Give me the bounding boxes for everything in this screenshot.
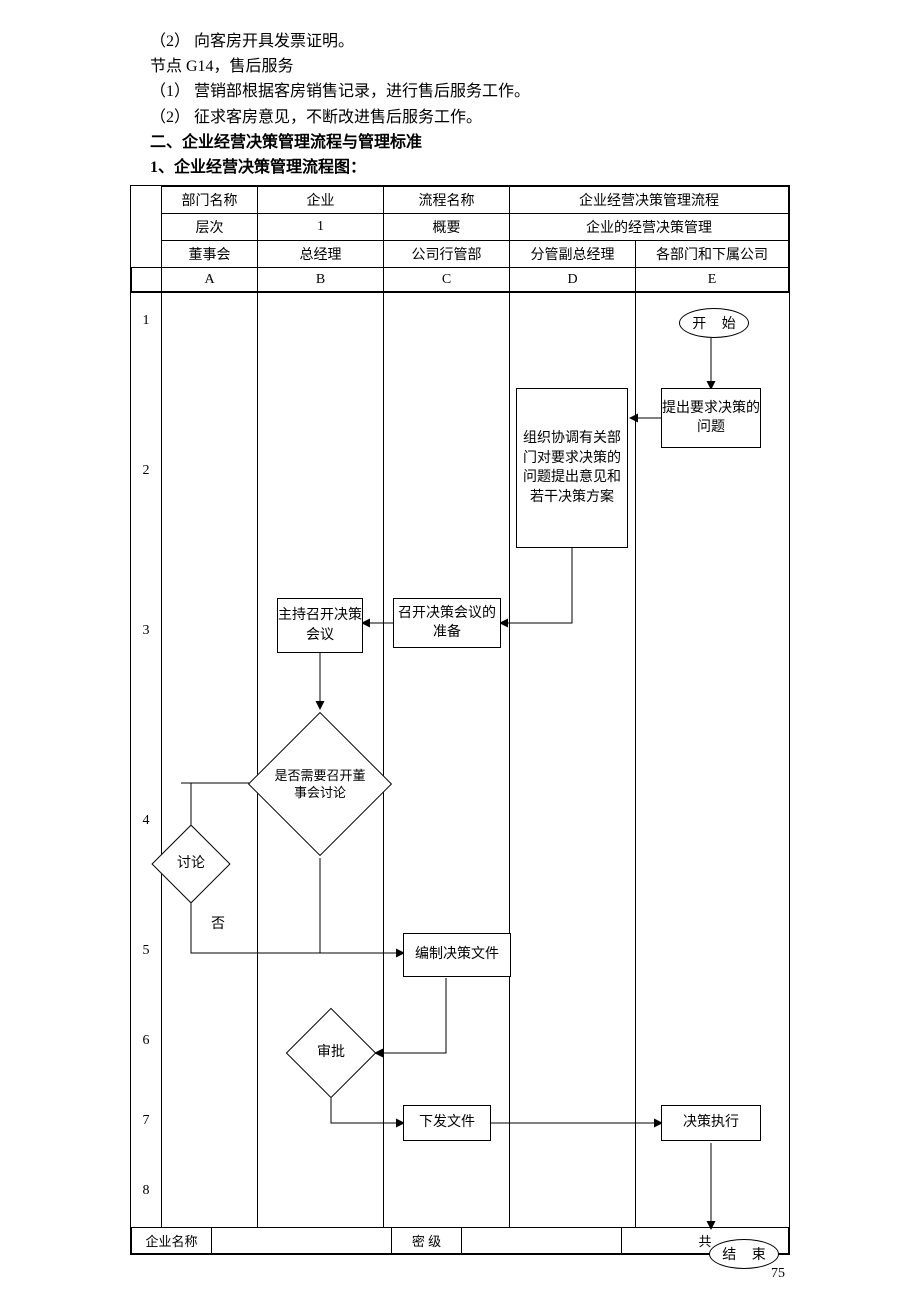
connector-label-no: 否: [211, 913, 225, 933]
footer-cell: [212, 1228, 392, 1254]
header-cell: 层次: [162, 214, 258, 241]
process-box-e7: 决策执行: [661, 1105, 761, 1141]
column-header: 各部门和下属公司: [636, 241, 789, 268]
column-letter: C: [384, 268, 510, 292]
column-header: 总经理: [258, 241, 384, 268]
row-number: 1: [131, 313, 161, 329]
subsection-heading: 1、企业经营决策管理流程图：: [130, 156, 790, 179]
footer-cell: 企业名称: [132, 1228, 212, 1254]
column-letter: A: [162, 268, 258, 292]
row-number: 6: [131, 1033, 161, 1049]
row-number: 7: [131, 1113, 161, 1129]
header-cell: 企业经营决策管理流程: [510, 187, 789, 214]
header-cell: 企业的经营决策管理: [510, 214, 789, 241]
process-box-c3: 召开决策会议的准备: [393, 598, 501, 648]
column-letter: D: [510, 268, 636, 292]
header-cell: 企业: [258, 187, 384, 214]
header-cell: 1: [258, 214, 384, 241]
column-header: 董事会: [162, 241, 258, 268]
decision-need-board: 是否需要召开董事会讨论: [269, 733, 371, 835]
header-cell: 部门名称: [162, 187, 258, 214]
decision-discuss: 讨论: [163, 836, 219, 892]
paragraph-line: （1） 营销部根据客房销售记录，进行售后服务工作。: [130, 80, 790, 103]
end-terminator: 结 束: [709, 1239, 779, 1269]
column-header: 分管副总经理: [510, 241, 636, 268]
footer-cell: 密 级: [392, 1228, 462, 1254]
process-box-b3: 主持召开决策会议: [277, 598, 363, 653]
header-cell: 概要: [384, 214, 510, 241]
process-box-d2: 组织协调有关部门对要求决策的问题提出意见和若干决策方案: [516, 388, 628, 548]
row-number: 5: [131, 943, 161, 959]
decision-approve: 审批: [299, 1021, 363, 1085]
process-box-e2: 提出要求决策的问题: [661, 388, 761, 448]
column-header: 公司行管部: [384, 241, 510, 268]
column-letter: E: [636, 268, 789, 292]
decision-text: 是否需要召开董事会讨论: [269, 733, 371, 835]
row-number: 4: [131, 813, 161, 829]
row-number: 3: [131, 623, 161, 639]
table-footer: 企业名称 密 级 共: [131, 1227, 789, 1254]
section-heading: 二、企业经营决策管理流程与管理标准: [130, 131, 790, 154]
process-box-c7: 下发文件: [403, 1105, 491, 1141]
process-box-c5: 编制决策文件: [403, 933, 511, 977]
start-terminator: 开 始: [679, 308, 749, 338]
footer-cell: [462, 1228, 622, 1254]
flowchart-canvas: 1 2 3 4 5 6 7 8: [131, 292, 789, 1227]
paragraph-line: （2） 征求客房意见，不断改进售后服务工作。: [130, 106, 790, 129]
paragraph-line: 节点 G14，售后服务: [130, 55, 790, 78]
row-number: 8: [131, 1183, 161, 1199]
decision-text: 讨论: [163, 836, 219, 892]
column-letter: B: [258, 268, 384, 292]
paragraph-line: （2） 向客房开具发票证明。: [130, 30, 790, 53]
flowchart-table: 部门名称 企业 流程名称 企业经营决策管理流程 层次 1 概要 企业的经营决策管…: [130, 185, 790, 1255]
table-header: 部门名称 企业 流程名称 企业经营决策管理流程 层次 1 概要 企业的经营决策管…: [131, 186, 789, 292]
page-number: 75: [771, 1266, 785, 1282]
row-number: 2: [131, 463, 161, 479]
header-cell: 流程名称: [384, 187, 510, 214]
decision-text: 审批: [299, 1021, 363, 1085]
